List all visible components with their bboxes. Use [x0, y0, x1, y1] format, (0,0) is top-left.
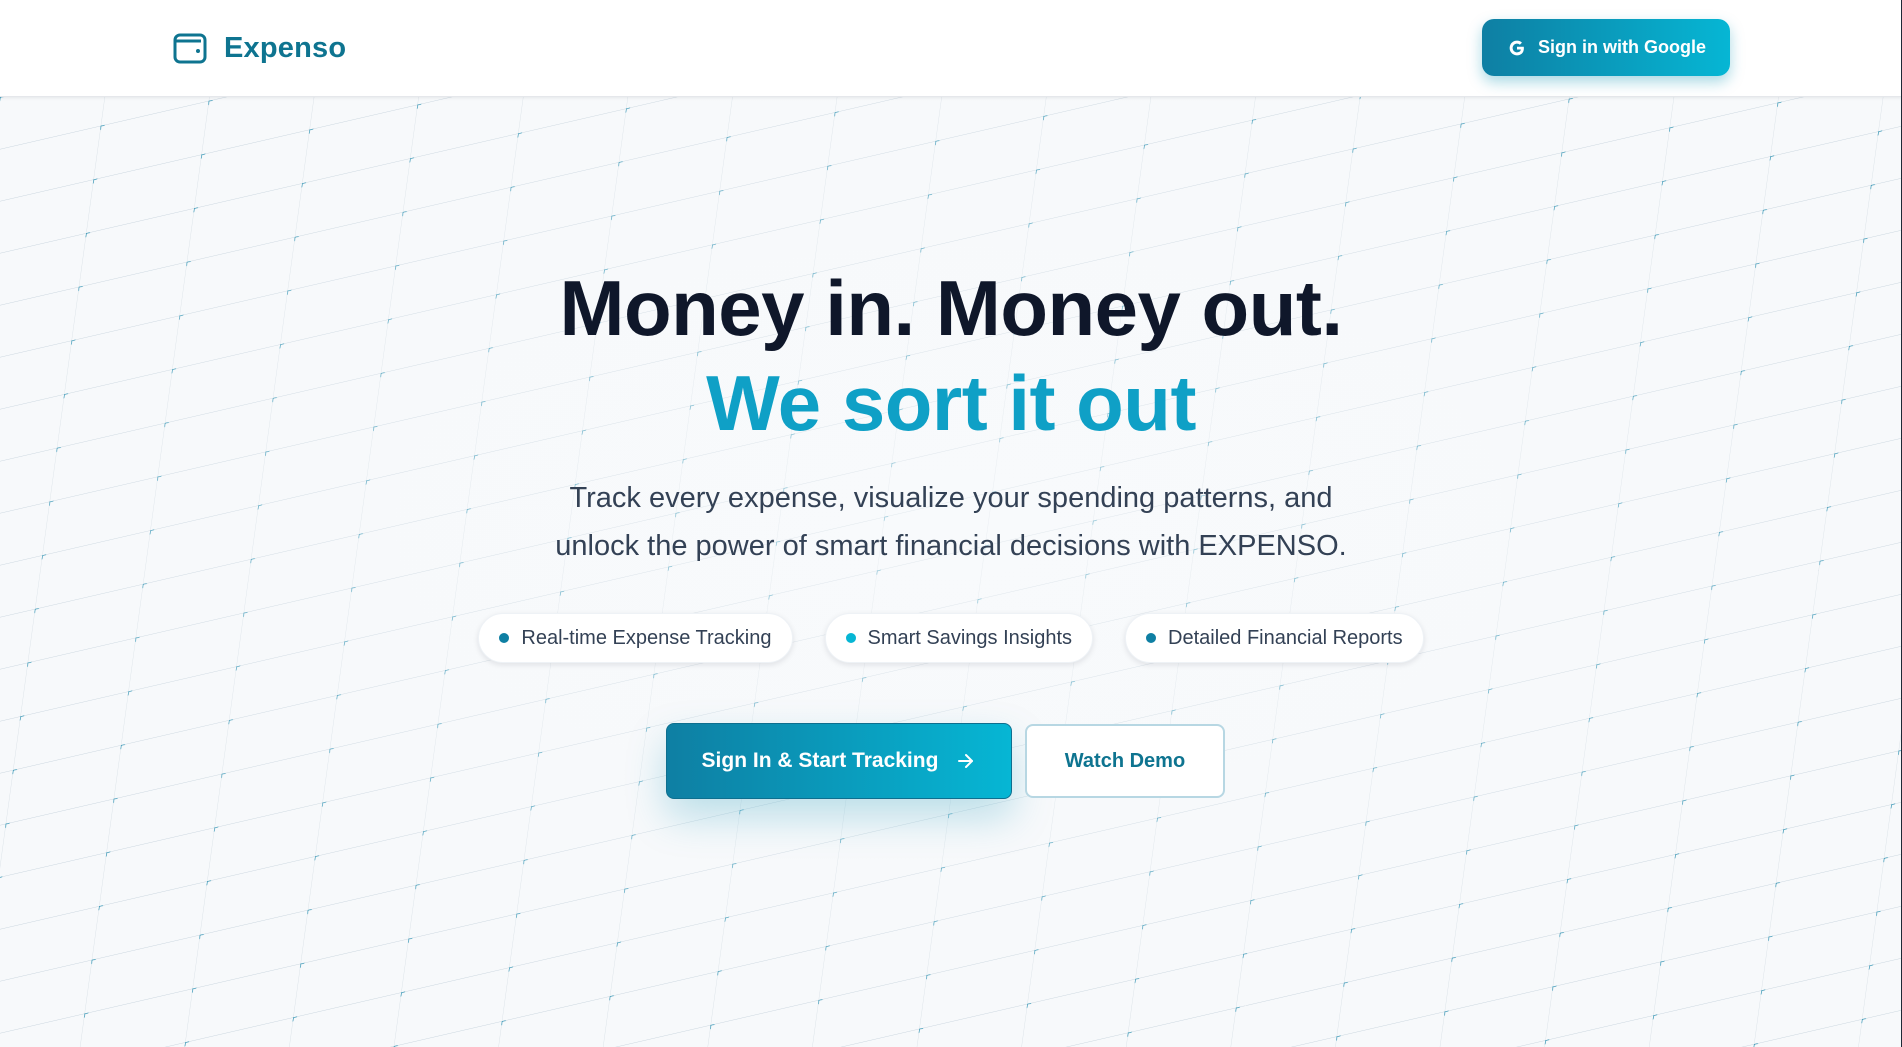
feature-pills: Real-time Expense Tracking Smart Savings…	[0, 613, 1902, 663]
cta-group: Sign In & Start Tracking Watch Demo	[666, 723, 1225, 799]
feature-pill-financial-reports: Detailed Financial Reports	[1125, 613, 1424, 663]
hero-subtitle-line-1: Track every expense, visualize your spen…	[569, 482, 1333, 514]
feature-pill-label: Detailed Financial Reports	[1168, 626, 1403, 649]
hero-title-accent: We sort it out	[706, 359, 1196, 447]
bullet-dot-icon	[499, 633, 510, 643]
arrow-right-icon	[958, 754, 974, 768]
top-navbar: Expenso Sign in with Google	[0, 0, 1902, 97]
sign-in-start-tracking-button[interactable]: Sign In & Start Tracking	[666, 723, 1012, 799]
hero-subtitle: Track every expense, visualize your spen…	[451, 474, 1451, 570]
primary-cta-label: Sign In & Start Tracking	[701, 749, 939, 772]
hero-section: Money in. Money out. We sort it out Trac…	[0, 0, 1902, 1047]
feature-pill-label: Smart Savings Insights	[867, 626, 1073, 649]
wallet-icon	[173, 33, 207, 64]
feature-pill-savings-insights: Smart Savings Insights	[824, 613, 1094, 663]
brand-name: Expenso	[224, 31, 347, 64]
watch-demo-button[interactable]: Watch Demo	[1025, 724, 1225, 798]
sign-in-with-google-button[interactable]: Sign in with Google	[1482, 19, 1730, 76]
hero-title: Money in. Money out.	[559, 264, 1344, 352]
hero-subtitle-line-2: unlock the power of smart financial deci…	[555, 530, 1347, 562]
secondary-cta-label: Watch Demo	[1064, 749, 1186, 772]
brand-logo[interactable]: Expenso	[172, 30, 346, 66]
feature-pill-label: Real-time Expense Tracking	[521, 626, 772, 649]
feature-pill-expense-tracking: Real-time Expense Tracking	[478, 613, 793, 663]
bullet-dot-icon	[845, 633, 856, 643]
google-g-icon	[1509, 40, 1524, 55]
bullet-dot-icon	[1146, 633, 1157, 643]
google-button-label: Sign in with Google	[1538, 37, 1706, 57]
